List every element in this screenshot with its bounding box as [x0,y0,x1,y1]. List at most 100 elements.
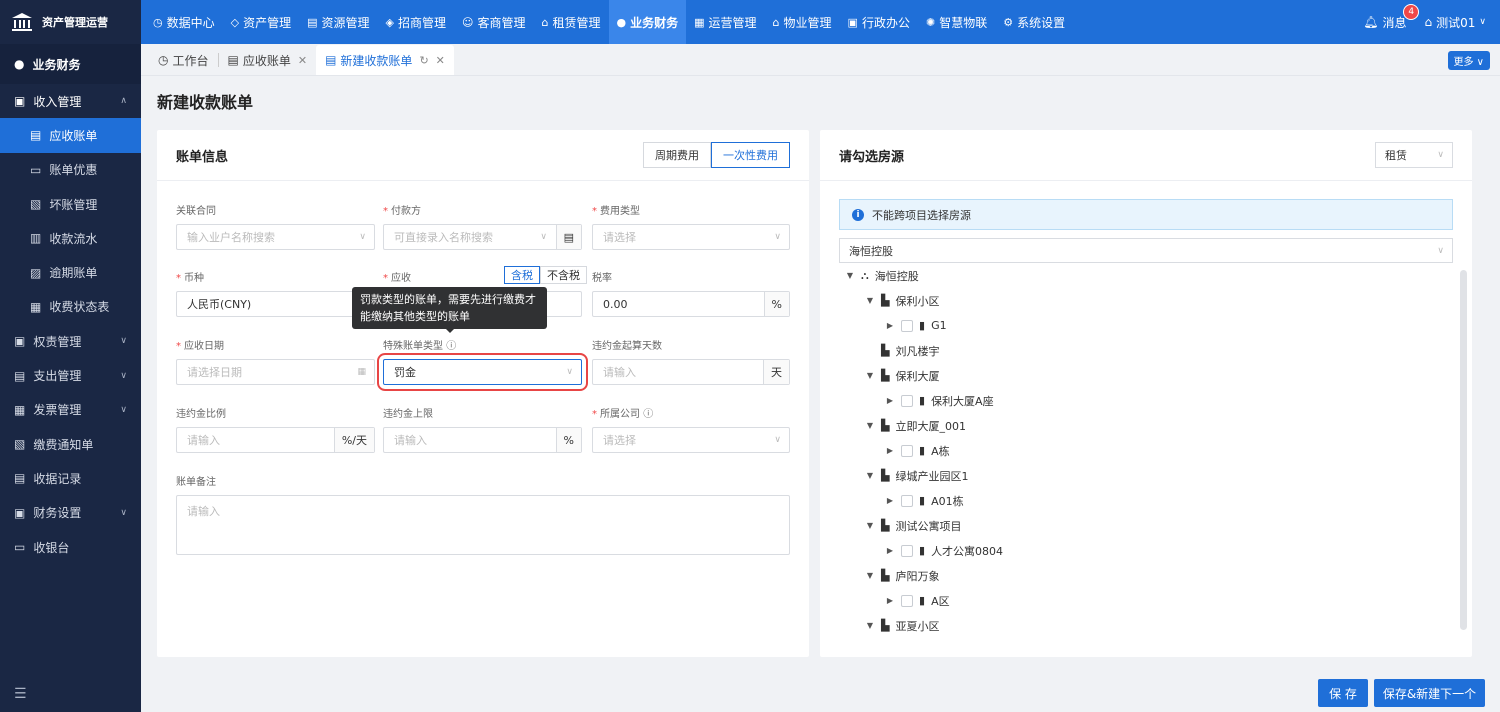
tree-node[interactable]: ▼ ▙ 保利大厦 [839,363,1453,388]
sidebar-item-expense[interactable]: ▤ 支出管理 ∨ [0,358,141,392]
save-button[interactable]: 保 存 [1318,679,1368,707]
tree-node[interactable]: ▼ ▙ 保利小区 [839,288,1453,313]
tax-included-button[interactable]: 含税 [504,266,540,284]
nav-lease[interactable]: ⌂ 租赁管理 [534,0,609,44]
tree-node[interactable]: ▶ ▮ G1 [839,313,1453,338]
caret-right-icon[interactable]: ▶ [885,446,895,455]
tree-checkbox[interactable] [901,494,913,507]
sidebar-item-income[interactable]: ▣ 收入管理 ∧ [0,84,141,118]
tree-node[interactable]: ▼ ▙ 亚夏小区 [839,613,1453,638]
nav-data-center[interactable]: ◷ 数据中心 [145,0,223,44]
project-select[interactable]: 海恒控股 ∨ [839,238,1453,263]
caret-down-icon[interactable]: ▼ [865,296,875,305]
sidebar-item-receipt[interactable]: ▤ 收据记录 [0,461,141,495]
sidebar-item-bad-debt[interactable]: ▧ 坏账管理 [0,187,141,221]
sidebar-item-discount[interactable]: ▭ 账单优惠 [0,153,141,187]
sidebar-item-overdue[interactable]: ▨ 逾期账单 [0,255,141,289]
caret-down-icon[interactable]: ▼ [865,521,875,530]
nav-operation[interactable]: ▦ 运营管理 [686,0,764,44]
sidebar-item-fee-status[interactable]: ▦ 收费状态表 [0,290,141,324]
currency-select[interactable]: 人民币(CNY) [176,291,375,317]
tree-checkbox[interactable] [901,319,913,332]
close-icon[interactable]: ✕ [436,54,445,67]
user-menu[interactable]: ⌂ 测试01 ∨ [1425,14,1487,31]
fee-type-select[interactable]: 请选择 ∨ [592,224,790,250]
nav-office[interactable]: ▣ 行政办公 [840,0,918,44]
more-tabs-button[interactable]: 更多 ∨ [1447,51,1490,70]
save-and-new-button[interactable]: 保存&新建下一个 [1374,679,1485,707]
tree-node[interactable]: ▶ ▮ A栋 [839,438,1453,463]
caret-down-icon[interactable]: ▼ [865,371,875,380]
close-icon[interactable]: ✕ [298,54,307,67]
sidebar-item-cashier[interactable]: ▭ 收银台 [0,530,141,564]
caret-right-icon[interactable]: ▶ [885,396,895,405]
tree-node[interactable]: ▼ ⛬ 海恒控股 [839,263,1453,288]
nav-resource[interactable]: ▤ 资源管理 [299,0,377,44]
tree-node[interactable]: ▼ ▙ 庐阳万象 [839,563,1453,588]
payer-select[interactable]: 可直接录入名称搜索 ∨ ▤ [383,224,582,250]
clipboard-icon[interactable]: ▤ [555,225,581,249]
sidebar-item-finance-settings[interactable]: ▣ 财务设置 ∨ [0,496,141,530]
tree-checkbox[interactable] [901,394,913,407]
one-time-fee-button[interactable]: 一次性费用 [711,142,790,168]
tree-node[interactable]: ▼ ▙ 绿城产业园区1 [839,463,1453,488]
sidebar-item-accrual[interactable]: ▣ 权责管理 ∨ [0,324,141,358]
due-date-picker[interactable]: 请选择日期 ▦ [176,359,375,385]
sidebar-item-payment-flow[interactable]: ▥ 收款流水 [0,221,141,255]
app-logo[interactable]: 资产管理运营 [0,0,141,44]
messages-button[interactable]: 🔔︎ 消息 4 [1363,3,1420,31]
rent-type-select[interactable]: 租赁 ∨ [1375,142,1453,168]
caret-right-icon[interactable]: ▶ [885,321,895,330]
tree-node[interactable]: ▶ ▮ A01栋 [839,488,1453,513]
help-icon[interactable]: ⓘ [643,409,653,420]
penalty-rate-input[interactable]: 请输入 %/天 [176,427,375,453]
tree-checkbox[interactable] [901,544,913,557]
caret-down-icon[interactable]: ▼ [865,471,875,480]
caret-right-icon[interactable]: ▶ [885,496,895,505]
sidebar-item-payment-notice[interactable]: ▧ 缴费通知单 [0,427,141,461]
caret-right-icon[interactable]: ▶ [885,546,895,555]
nav-finance[interactable]: ● 业务财务 [608,0,687,44]
tax-toggle: 含税 不含税 [504,266,587,284]
tree-checkbox[interactable] [901,594,913,607]
periodic-fee-button[interactable]: 周期费用 [643,142,711,168]
caret-right-icon[interactable]: ▶ [885,596,895,605]
caret-down-icon[interactable]: ▼ [865,421,875,430]
remark-textarea[interactable]: 请输入 [176,495,790,555]
tree-checkbox[interactable] [901,444,913,457]
tax-rate-input[interactable]: 0.00% [592,291,790,317]
nav-asset[interactable]: ◇ 资产管理 [223,0,299,44]
contract-select[interactable]: 输入业户名称搜索 ∨ [176,224,375,250]
bill-info-title: 账单信息 [176,149,229,165]
caret-down-icon[interactable]: ▼ [865,571,875,580]
tree-node[interactable]: ▙ 刘凡楼宇 [839,338,1453,363]
refresh-icon[interactable]: ↻ [419,54,428,67]
tree-scrollbar[interactable] [1460,270,1467,630]
company-select[interactable]: 请选择 ∨ [592,427,790,453]
tab-workbench[interactable]: ◷ 工作台 [149,45,218,75]
tree-node[interactable]: ▶ ▮ A区 [839,588,1453,613]
penalty-cap-input[interactable]: 请输入% [383,427,582,453]
collapse-menu-icon[interactable]: ☰ [14,686,27,702]
nav-property[interactable]: ⌂ 物业管理 [765,0,840,44]
special-type-select[interactable]: 罚金 ∨ [377,353,588,391]
tab-receivable[interactable]: ▤ 应收账单 ✕ [219,45,317,75]
tab-new-bill[interactable]: ▤ 新建收款账单 ↻ ✕ [316,45,454,75]
fee-type-label: 费用类型 [600,206,640,217]
penalty-days-input[interactable]: 请输入天 [592,359,790,385]
nav-settings[interactable]: ⚙ 系统设置 [995,0,1073,44]
caret-down-icon[interactable]: ▼ [865,621,875,630]
tax-excluded-button[interactable]: 不含税 [540,266,587,284]
nav-customer[interactable]: ☺ 客商管理 [454,0,533,44]
nav-iot[interactable]: ✺ 智慧物联 [918,0,995,44]
tree-node[interactable]: ▼ ▙ 立即大厦_001 [839,413,1453,438]
sidebar-item-receivable[interactable]: ▤ 应收账单 [0,118,141,153]
help-icon[interactable]: ⓘ [446,341,456,352]
tree-node[interactable]: ▶ ▮ 保利大厦A座 [839,388,1453,413]
tree-node[interactable]: ▼ ▙ 测试公寓项目 [839,513,1453,538]
top-navbar: 资产管理运营 ◷ 数据中心 ◇ 资产管理 ▤ 资源管理 ◈ 招商管理 ☺ 客商管理 ⌂ 租赁… [0,0,1500,44]
tree-node[interactable]: ▶ ▮ 人才公寓0804 [839,538,1453,563]
sidebar-item-invoice[interactable]: ▦ 发票管理 ∨ [0,393,141,427]
nav-investment[interactable]: ◈ 招商管理 [378,0,454,44]
caret-down-icon[interactable]: ▼ [845,271,855,280]
